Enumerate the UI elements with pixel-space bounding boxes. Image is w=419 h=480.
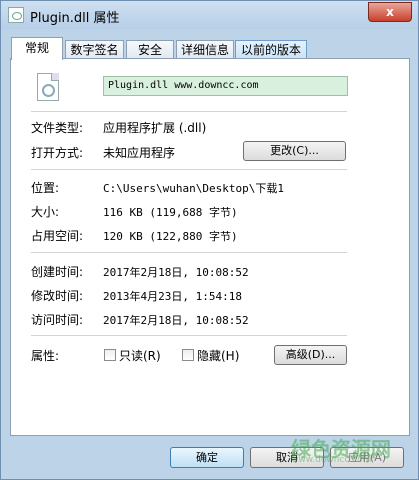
tab-general[interactable]: 常规 <box>11 37 63 60</box>
location-value: C:\Users\wuhan\Desktop\下载1 <box>103 182 284 195</box>
properties-window: Plugin.dll 属性 x 常规 数字签名 安全 详细信息 以前的版本 Pl… <box>0 0 419 480</box>
ok-button[interactable]: 确定 <box>170 447 244 468</box>
advanced-button[interactable]: 高级(D)... <box>274 345 347 365</box>
dll-file-icon <box>37 73 59 101</box>
location-label: 位置: <box>31 181 60 195</box>
change-button[interactable]: 更改(C)... <box>243 141 346 161</box>
open-with-label: 打开方式: <box>31 146 84 160</box>
general-panel <box>10 58 410 436</box>
tab-previous-versions[interactable]: 以前的版本 <box>235 40 307 59</box>
open-with-value: 未知应用程序 <box>103 146 176 160</box>
size-label: 大小: <box>31 205 60 219</box>
title-bar[interactable]: Plugin.dll 属性 x <box>1 1 418 29</box>
tab-digital-signatures[interactable]: 数字签名 <box>65 40 124 59</box>
readonly-checkbox[interactable] <box>104 349 116 361</box>
created-value: 2017年2月18日, 10:08:52 <box>103 266 249 279</box>
disk-size-label: 占用空间: <box>31 229 84 243</box>
tab-security[interactable]: 安全 <box>126 40 174 59</box>
watermark-url: www.downcc.com <box>291 455 372 465</box>
separator <box>31 111 347 112</box>
close-button[interactable]: x <box>368 2 412 22</box>
file-icon <box>8 7 24 23</box>
separator <box>31 169 347 170</box>
file-type-value: 应用程序扩展 (.dll) <box>103 121 207 135</box>
created-label: 创建时间: <box>31 265 84 279</box>
size-value: 116 KB (119,688 字节) <box>103 206 238 219</box>
modified-value: 2013年4月23日, 1:54:18 <box>103 290 242 303</box>
disk-size-value: 120 KB (122,880 字节) <box>103 230 238 243</box>
filename-field[interactable]: Plugin.dll www.downcc.com <box>103 76 348 96</box>
separator <box>31 252 347 253</box>
readonly-label[interactable]: 只读(R) <box>119 347 161 364</box>
file-type-label: 文件类型: <box>31 121 84 135</box>
separator <box>31 335 347 336</box>
modified-label: 修改时间: <box>31 289 84 303</box>
hidden-label[interactable]: 隐藏(H) <box>197 347 239 364</box>
accessed-value: 2017年2月18日, 10:08:52 <box>103 314 249 327</box>
attributes-label: 属性: <box>31 349 60 363</box>
tab-details[interactable]: 详细信息 <box>176 40 234 59</box>
window-title: Plugin.dll 属性 <box>30 11 120 26</box>
hidden-checkbox[interactable] <box>182 349 194 361</box>
accessed-label: 访问时间: <box>31 313 84 327</box>
